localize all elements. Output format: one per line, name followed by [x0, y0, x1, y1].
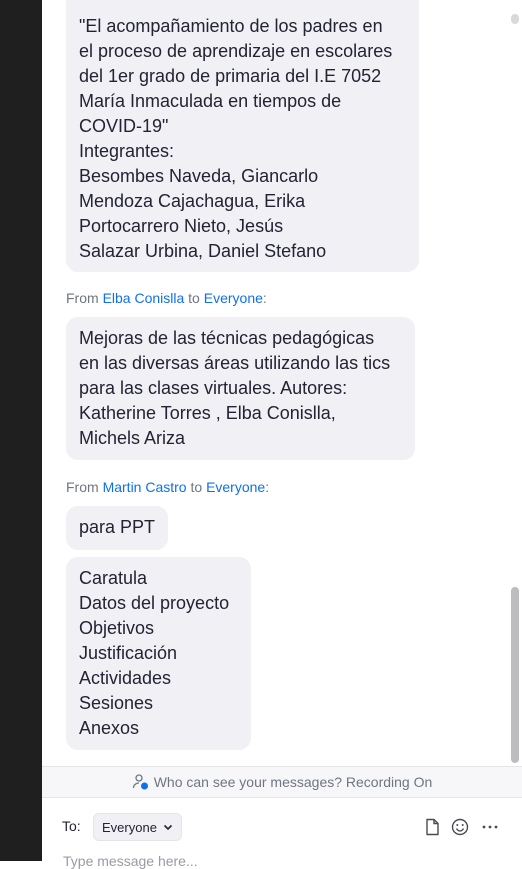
- message-line: Objetivos: [79, 618, 155, 638]
- message-bubble: para PPT: [66, 506, 168, 550]
- left-dark-panel: [0, 0, 42, 861]
- message-line: Anexos: [79, 718, 140, 738]
- message-line: Justificación: [79, 643, 178, 663]
- message-line: para PPT: [79, 517, 156, 537]
- message-line: Actividades: [79, 668, 172, 688]
- message-bubble: "El acompañamiento de los padres en el p…: [66, 0, 419, 272]
- recording-notice[interactable]: Who can see your messages? Recording On: [42, 766, 522, 798]
- message-line: Mendoza Cajachagua, Erika: [79, 191, 306, 211]
- message-line: Mejoras de las técnicas pedagógicas: [79, 328, 375, 348]
- from-word: From: [66, 479, 99, 495]
- message-header: From Martin Castro to Everyone:: [66, 479, 269, 495]
- message-line: Portocarrero Nieto, Jesús: [79, 216, 284, 236]
- composer-header: To: Everyone: [42, 798, 522, 858]
- message-line: el proceso de aprendizaje en escolares: [79, 41, 393, 61]
- colon: :: [262, 290, 267, 306]
- message-line: Datos del proyecto: [79, 593, 230, 613]
- message-line: en las diversas áreas utilizando las tic…: [79, 353, 391, 373]
- message-line: Katherine Torres , Elba Conislla,: [79, 403, 336, 423]
- message-line: Sesiones: [79, 693, 154, 713]
- message-line: del 1er grado de primaria del I.E 7052: [79, 66, 382, 86]
- file-icon[interactable]: [422, 817, 442, 837]
- more-icon[interactable]: [480, 817, 500, 837]
- to-label: To:: [62, 818, 81, 834]
- from-word: From: [66, 290, 99, 306]
- message-input[interactable]: Type message here...: [63, 853, 198, 869]
- message-line: María Inmaculada en tiempos de: [79, 91, 342, 111]
- notice-text: Who can see your messages? Recording On: [153, 774, 433, 790]
- message-bubble: Caratula Datos del proyecto Objetivos Ju…: [66, 557, 251, 750]
- message-line: Besombes Naveda, Giancarlo: [79, 166, 319, 186]
- message-line: "El acompañamiento de los padres en: [79, 16, 383, 36]
- message-line: Caratula: [79, 568, 148, 588]
- message-line: para las clases virtuales. Autores:: [79, 378, 348, 398]
- people-lock-icon: [132, 774, 148, 790]
- message-header: From Elba Conislla to Everyone:: [66, 290, 267, 306]
- sender-name[interactable]: Elba Conislla: [103, 290, 185, 306]
- message-line: Michels Ariza: [79, 428, 186, 448]
- chevron-down-icon: [163, 824, 172, 831]
- sender-name[interactable]: Martin Castro: [103, 479, 187, 495]
- scrollbar-up[interactable]: [511, 14, 519, 24]
- chat-message-list[interactable]: "El acompañamiento de los padres en el p…: [42, 0, 510, 766]
- recipient-name[interactable]: Everyone: [204, 290, 263, 306]
- message-line: COVID-19": [79, 116, 169, 136]
- message-bubble: Mejoras de las técnicas pedagógicas en l…: [66, 317, 415, 460]
- emoji-icon[interactable]: [450, 817, 470, 837]
- to-word: to: [188, 290, 200, 306]
- message-line: Integrantes:: [79, 141, 175, 161]
- scrollbar-thumb[interactable]: [511, 587, 519, 763]
- to-word: to: [190, 479, 203, 495]
- message-line: Salazar Urbina, Daniel Stefano: [79, 241, 327, 261]
- colon: :: [265, 479, 270, 495]
- recipient-value: Everyone: [102, 819, 157, 835]
- recipient-dropdown[interactable]: Everyone: [93, 813, 182, 841]
- recipient-name[interactable]: Everyone: [206, 479, 265, 495]
